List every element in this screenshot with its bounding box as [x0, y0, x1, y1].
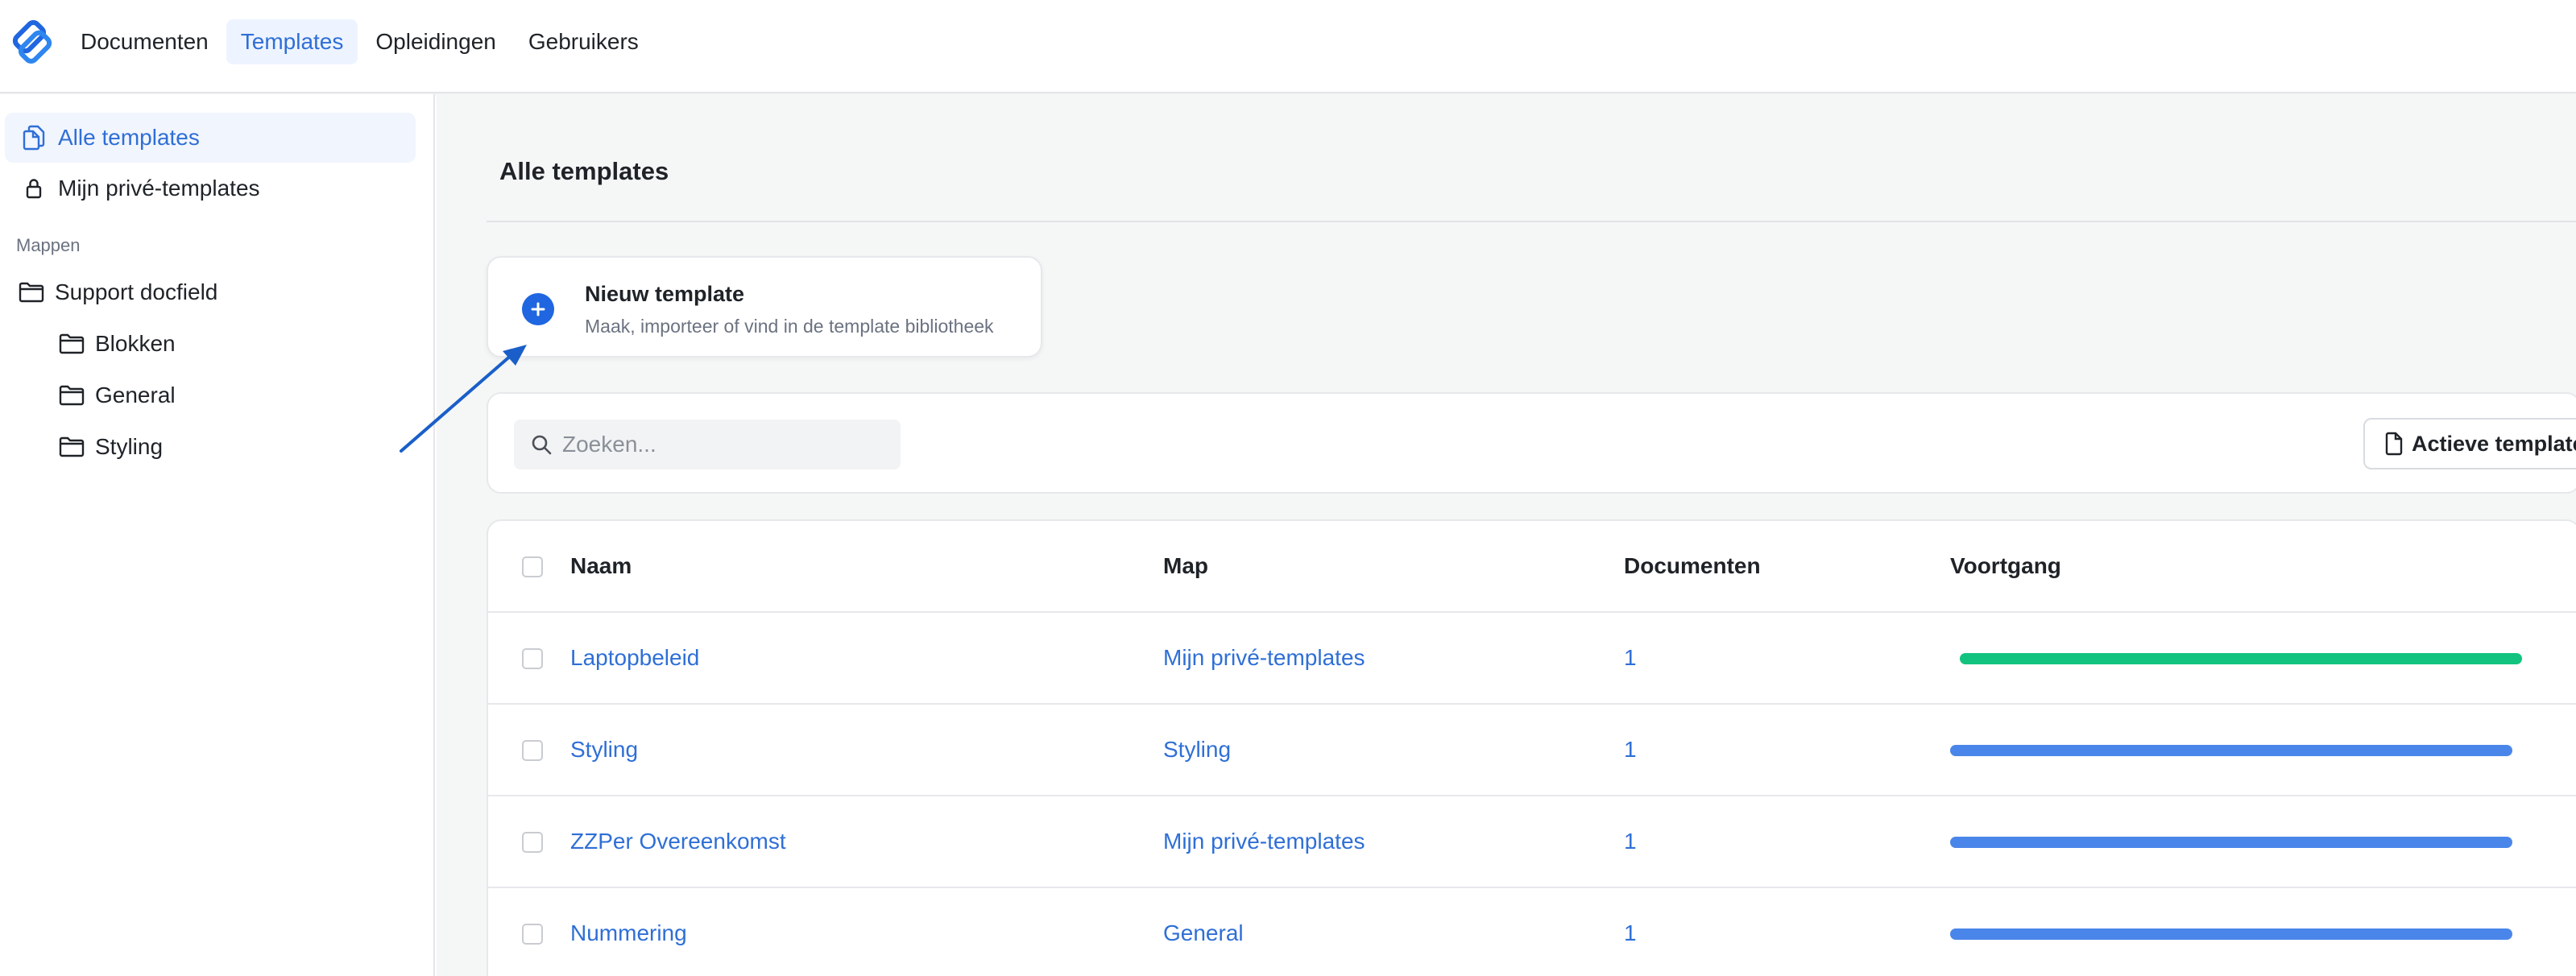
new-template-title: Nieuw template [585, 282, 745, 306]
column-header-voortgang[interactable]: Voortgang [1950, 521, 2061, 611]
template-name-link[interactable]: Styling [570, 705, 638, 795]
folder-icon [58, 384, 85, 407]
top-navigation-bar: Documenten Templates Opleidingen Gebruik… [0, 0, 2576, 93]
folder-icon [18, 281, 45, 304]
document-count-link[interactable]: 1 [1624, 888, 1637, 976]
toolbar-card: Actieve templates [487, 392, 2576, 494]
search-icon [530, 433, 553, 456]
document-count-link[interactable]: 1 [1624, 613, 1637, 703]
nav-opleidingen[interactable]: Opleidingen [361, 19, 510, 64]
active-templates-button[interactable]: Actieve templates [2363, 418, 2576, 469]
template-name-link[interactable]: Laptopbeleid [570, 613, 699, 703]
sidebar-item-label: Mijn privé-templates [58, 176, 260, 201]
sidebar-item-alle-templates[interactable]: Alle templates [5, 113, 416, 163]
table-row[interactable]: Laptopbeleid Mijn privé-templates 1 [488, 613, 2576, 705]
progress-bar [1950, 837, 2512, 848]
column-header-map[interactable]: Map [1163, 521, 1208, 611]
folder-label: General [95, 383, 176, 407]
search-input[interactable] [562, 432, 884, 457]
table-row[interactable]: Nummering General 1 [488, 888, 2576, 976]
folder-label: Blokken [95, 331, 176, 356]
documents-icon [18, 125, 50, 151]
docfield-logo-icon[interactable] [8, 18, 56, 66]
progress-fill [1950, 745, 2512, 756]
sidebar-item-prive-templates[interactable]: Mijn privé-templates [5, 163, 416, 213]
folder-blokken[interactable]: Blokken [58, 321, 176, 366]
progress-bar [1950, 928, 2512, 940]
plus-icon [522, 293, 554, 325]
lock-icon [18, 177, 50, 200]
folders-section-label: Mappen [16, 235, 81, 255]
row-checkbox[interactable] [522, 648, 543, 669]
folder-link[interactable]: Mijn privé-templates [1163, 613, 1365, 703]
table-row[interactable]: ZZPer Overeenkomst Mijn privé-templates … [488, 796, 2576, 888]
progress-fill [1950, 928, 2512, 940]
sidebar-item-label: Alle templates [58, 125, 200, 150]
folder-link[interactable]: General [1163, 888, 1244, 976]
page-title: Alle templates [499, 157, 669, 185]
folder-icon [58, 333, 85, 355]
row-checkbox[interactable] [522, 740, 543, 761]
row-checkbox[interactable] [522, 924, 543, 945]
table-header-row: Naam Map Documenten Voortgang [488, 521, 2576, 613]
active-templates-label: Actieve templates [2412, 431, 2576, 456]
search-box [514, 420, 901, 469]
template-name-link[interactable]: Nummering [570, 888, 687, 976]
nav-gebruikers[interactable]: Gebruikers [514, 19, 653, 64]
file-icon [2384, 432, 2404, 456]
select-all-checkbox[interactable] [522, 556, 543, 577]
folder-link[interactable]: Mijn privé-templates [1163, 796, 1365, 887]
folder-link[interactable]: Styling [1163, 705, 1231, 795]
document-count-link[interactable]: 1 [1624, 796, 1637, 887]
progress-fill [1950, 837, 2512, 848]
new-template-subtitle: Maak, importeer of vind in de template b… [585, 316, 994, 337]
folder-support-docfield[interactable]: Support docfield [18, 270, 217, 315]
main-content: Alle templates Nieuw template Maak, impo… [437, 94, 2576, 976]
folder-general[interactable]: General [58, 373, 176, 418]
folder-icon [58, 436, 85, 458]
row-checkbox[interactable] [522, 832, 543, 853]
new-template-card[interactable]: Nieuw template Maak, importeer of vind i… [487, 256, 1042, 358]
document-count-link[interactable]: 1 [1624, 705, 1637, 795]
divider [487, 221, 2576, 222]
nav-templates[interactable]: Templates [226, 19, 358, 64]
sidebar: Alle templates Mijn privé-templates Mapp… [0, 94, 435, 976]
template-name-link[interactable]: ZZPer Overeenkomst [570, 796, 786, 887]
main-nav: Documenten Templates Opleidingen Gebruik… [66, 19, 656, 64]
folder-styling[interactable]: Styling [58, 424, 163, 469]
table-row[interactable]: Styling Styling 1 [488, 705, 2576, 796]
column-header-naam[interactable]: Naam [570, 521, 632, 611]
folder-label: Support docfield [55, 279, 218, 304]
nav-documenten[interactable]: Documenten [66, 19, 223, 64]
column-header-documenten[interactable]: Documenten [1624, 521, 1761, 611]
templates-table: Naam Map Documenten Voortgang Laptopbele… [487, 519, 2576, 976]
progress-bar [1960, 653, 2522, 664]
progress-bar [1950, 745, 2512, 756]
folder-label: Styling [95, 434, 164, 459]
progress-fill [1960, 653, 2522, 664]
